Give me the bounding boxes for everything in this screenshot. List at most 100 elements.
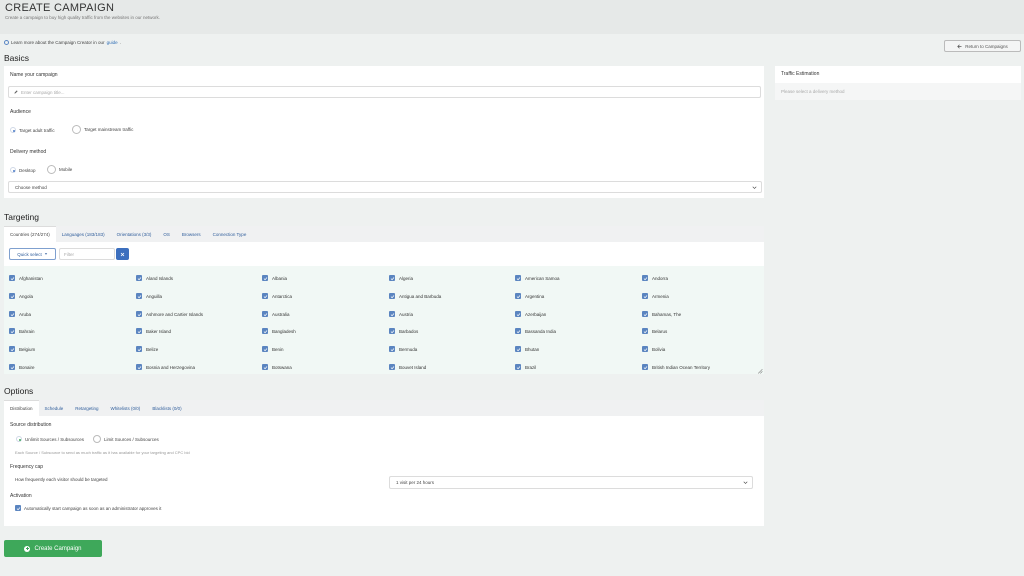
delivery-desktop-label: Desktop (19, 167, 36, 173)
checkbox-checked-icon (9, 275, 15, 281)
country-checkbox[interactable]: Antarctica (262, 293, 292, 299)
country-checkbox[interactable]: Bahamas, The (642, 311, 681, 317)
country-label: Belgium (19, 346, 36, 352)
country-checkbox[interactable]: Bouvet Island (389, 364, 426, 370)
tab-schedule[interactable]: Schedule (39, 400, 70, 416)
tab-browsers[interactable]: Browsers (176, 226, 207, 242)
audience-adult-option[interactable]: Target adult traffic (10, 127, 55, 133)
return-to-campaigns-button[interactable]: Return to Campaigns (944, 40, 1021, 52)
tab-os[interactable]: OS (157, 226, 176, 242)
limit-sources-option[interactable]: Limit Sources / Subsources (93, 435, 159, 443)
auto-start-checkbox[interactable]: Automatically start campaign as soon as … (15, 505, 161, 511)
country-checkbox[interactable]: Bonaire (9, 364, 35, 370)
country-filter-input[interactable]: Filter (59, 248, 115, 260)
country-checkbox[interactable]: Argentina (515, 293, 544, 299)
clear-filter-button[interactable] (116, 248, 129, 260)
page-subtitle: Create a campaign to buy high quality tr… (5, 15, 160, 20)
chevron-down-icon (743, 481, 748, 484)
country-checkbox[interactable]: Belgium (9, 346, 35, 352)
country-label: Botswana (272, 364, 292, 370)
radio-selected-icon (16, 436, 22, 442)
delivery-method-select[interactable]: Choose method (8, 181, 762, 193)
tab-distribution[interactable]: Distribution (4, 400, 39, 416)
country-checkbox[interactable]: Armenia (642, 293, 669, 299)
checkbox-checked-icon (642, 311, 648, 317)
country-checkbox[interactable]: Bosnia and Herzegovina (136, 364, 195, 370)
radio-unselected-icon (93, 435, 101, 443)
country-checkbox[interactable]: Afghanistan (9, 275, 43, 281)
country-checkbox[interactable]: Ashmore and Cartier Islands (136, 311, 203, 317)
caret-down-icon (44, 253, 47, 255)
country-checkbox[interactable]: Brazil (515, 364, 536, 370)
country-checkbox[interactable]: Botswana (262, 364, 292, 370)
resize-handle-icon[interactable] (757, 368, 763, 374)
checkbox-checked-icon (389, 346, 395, 352)
country-checkbox[interactable]: Benin (262, 346, 284, 352)
checkbox-checked-icon (642, 275, 648, 281)
unlimit-sources-option[interactable]: Unlimit Sources / Subsources (16, 436, 84, 442)
tab-connection-type[interactable]: Connection Type (207, 226, 253, 242)
country-checkbox[interactable]: Angola (9, 293, 33, 299)
country-label: British Indian Ocean Territory (652, 364, 710, 370)
country-checkbox[interactable]: Anguilla (136, 293, 162, 299)
checkbox-checked-icon (9, 328, 15, 334)
checkbox-checked-icon (642, 328, 648, 334)
country-label: Afghanistan (19, 275, 43, 281)
checkbox-checked-icon (389, 311, 395, 317)
country-checkbox[interactable]: Aruba (9, 311, 31, 317)
campaign-name-input[interactable]: Enter campaign title... (8, 86, 761, 98)
country-checkbox[interactable]: Bangladesh (262, 328, 296, 334)
country-label: Algeria (399, 275, 414, 281)
country-checkbox[interactable]: Albania (262, 275, 287, 281)
country-checkbox[interactable]: Baker Island (136, 328, 171, 334)
country-checkbox[interactable]: Austria (389, 311, 413, 317)
country-checkbox[interactable]: Andorra (642, 275, 668, 281)
country-checkbox[interactable]: Antigua and Barbuda (389, 293, 441, 299)
radio-selected-icon (10, 167, 16, 173)
options-card: Source distribution Unlimit Sources / Su… (4, 416, 764, 526)
delivery-mobile-option[interactable]: Mobile (47, 165, 72, 174)
checkbox-checked-icon (262, 364, 268, 370)
quick-select-button[interactable]: Quick select (9, 248, 56, 260)
source-help-text: Each Source / Subsource to send as much … (15, 450, 190, 455)
checkbox-checked-icon (9, 293, 15, 299)
country-checkbox[interactable]: Belize (136, 346, 158, 352)
audience-mainstream-option[interactable]: Target mainstream traffic (72, 125, 133, 134)
country-label: Andorra (652, 275, 669, 281)
limit-sources-label: Limit Sources / Subsources (104, 436, 159, 442)
country-checkbox[interactable]: American Samoa (515, 275, 560, 281)
tab-retargeting[interactable]: Retargeting (69, 400, 104, 416)
country-checkbox[interactable]: Azerbaijan (515, 311, 546, 317)
country-checkbox[interactable]: Aland Islands (136, 275, 173, 281)
country-checkbox[interactable]: Algeria (389, 275, 413, 281)
country-checkbox[interactable]: Australia (262, 311, 290, 317)
country-checkbox[interactable]: Barbados (389, 328, 418, 334)
create-campaign-button[interactable]: Create Campaign (4, 540, 102, 557)
country-label: Bangladesh (272, 328, 296, 334)
tab-languages[interactable]: Languages (183/183) (56, 226, 111, 242)
country-label: Barbados (399, 328, 419, 334)
country-label: Aruba (19, 311, 32, 317)
country-checkbox[interactable]: Belarus (642, 328, 667, 334)
country-checkbox[interactable]: Bolivia (642, 346, 665, 352)
country-label: Bonaire (19, 364, 35, 370)
checkbox-checked-icon (515, 293, 521, 299)
tab-blacklists[interactable]: Blacklists (0/0) (146, 400, 187, 416)
country-label: Baker Island (146, 328, 172, 334)
country-label: American Samoa (525, 275, 560, 281)
tab-countries[interactable]: Countries (274/274) (4, 226, 56, 242)
country-checkbox[interactable]: Bhutan (515, 346, 539, 352)
checkbox-checked-icon (262, 311, 268, 317)
frequency-cap-select[interactable]: 1 visit per 24 hours (389, 476, 753, 489)
delivery-desktop-option[interactable]: Desktop (10, 167, 36, 173)
country-checkbox[interactable]: Bassanda India (515, 328, 556, 334)
country-checkbox[interactable]: Bahrain (9, 328, 35, 334)
tab-orientations[interactable]: Orientations (3/3) (111, 226, 158, 242)
tab-whitelists[interactable]: Whitelists (0/0) (105, 400, 147, 416)
campaign-name-label: Name your campaign (10, 72, 58, 78)
audience-mainstream-label: Target mainstream traffic (84, 127, 134, 132)
country-label: Anguilla (146, 293, 163, 299)
country-checkbox[interactable]: Bermuda (389, 346, 417, 352)
guide-link[interactable]: guide (107, 40, 118, 45)
country-checkbox[interactable]: British Indian Ocean Territory (642, 364, 710, 370)
